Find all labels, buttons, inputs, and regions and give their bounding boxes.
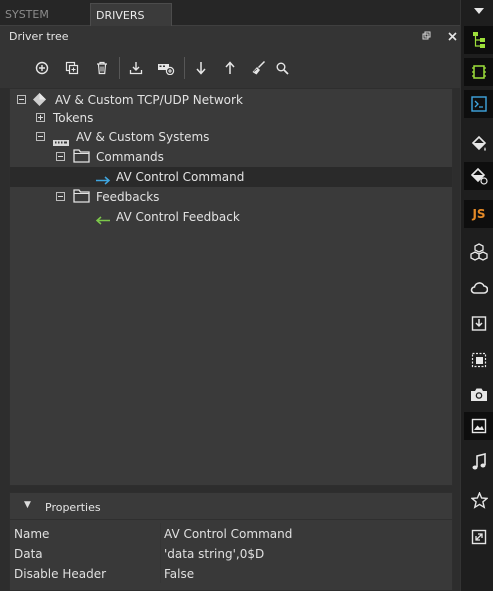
paint-bucket-settings-icon[interactable]: [464, 162, 493, 190]
move-down-icon[interactable]: [189, 56, 213, 80]
tab-system-tokens[interactable]: SYSTEM TOKENS: [0, 3, 90, 44]
pin-icon[interactable]: [418, 28, 434, 46]
paint-bucket-icon[interactable]: [464, 130, 493, 158]
tree-label-commands: Commands: [96, 150, 164, 164]
tree-label-av-control-command: AV Control Command: [116, 170, 245, 184]
resize-image-icon[interactable]: [464, 346, 493, 374]
music-icon[interactable]: [464, 448, 493, 476]
chip-icon[interactable]: [464, 58, 493, 86]
add-icon[interactable]: [30, 56, 54, 80]
property-name: Data: [14, 547, 43, 561]
tree-label-av-control-feedback: AV Control Feedback: [116, 210, 240, 224]
tree-node-av-control-feedback[interactable]: AV Control Feedback: [10, 207, 452, 227]
cloud-icon[interactable]: [464, 274, 493, 302]
property-divider: [160, 523, 161, 543]
property-name: Name: [14, 527, 50, 541]
property-row-data[interactable]: Data 'data string',0$D: [10, 543, 452, 563]
js-icon[interactable]: JS: [464, 200, 493, 228]
arrow-left-icon: [95, 211, 111, 230]
properties-title: Properties: [45, 501, 101, 514]
toolbar-separator: [184, 57, 185, 79]
property-row-name[interactable]: Name AV Control Command: [10, 523, 452, 543]
terminal-icon[interactable]: [464, 90, 493, 118]
tree-node-feedbacks[interactable]: Feedbacks: [10, 187, 452, 207]
chevron-down-icon[interactable]: [464, 0, 493, 22]
expand-icon[interactable]: [464, 523, 493, 551]
delete-icon[interactable]: [90, 56, 114, 80]
import-icon[interactable]: [124, 56, 148, 80]
tab-bar: SYSTEM TOKENS DRIVERS TREE: [0, 0, 460, 45]
chevron-down-icon[interactable]: ▼: [24, 500, 31, 510]
collapse-toggle[interactable]: [56, 152, 65, 161]
image-icon[interactable]: [464, 412, 493, 440]
tree-icon[interactable]: [464, 26, 493, 54]
clean-icon[interactable]: [247, 56, 271, 80]
close-icon[interactable]: [444, 28, 460, 46]
expand-toggle[interactable]: [36, 113, 45, 122]
tree-label-systems: AV & Custom Systems: [76, 130, 210, 144]
property-row-disable-header[interactable]: Disable Header False: [10, 563, 452, 583]
duplicate-icon[interactable]: [60, 56, 84, 80]
download-icon[interactable]: [464, 309, 493, 337]
collapse-toggle[interactable]: [56, 192, 65, 201]
panel-header: Driver tree: [0, 26, 460, 48]
collapse-toggle[interactable]: [17, 95, 26, 104]
folder-icon: [73, 188, 90, 207]
tree-node-av-control-command[interactable]: AV Control Command: [10, 167, 452, 187]
toolbar-separator: [119, 57, 120, 79]
collapse-toggle[interactable]: [36, 132, 45, 141]
add-device-icon[interactable]: [154, 56, 178, 80]
toolbar: [0, 48, 460, 88]
folder-icon: [73, 148, 90, 167]
tree-label-tokens: Tokens: [53, 111, 94, 125]
panel-title: Driver tree: [9, 30, 69, 43]
property-name: Disable Header: [14, 567, 107, 581]
search-icon[interactable]: [270, 56, 294, 80]
drivers-tree: AV & Custom TCP/UDP Network Tokens AV & …: [9, 88, 453, 486]
properties-panel: ▼ Properties Name AV Control Command Dat…: [9, 492, 453, 591]
property-value[interactable]: False: [164, 567, 194, 581]
tree-node-commands[interactable]: Commands: [10, 147, 452, 167]
property-value[interactable]: 'data string',0$D: [164, 547, 264, 561]
tree-node-tokens[interactable]: Tokens: [10, 108, 452, 128]
tree-node-systems[interactable]: AV & Custom Systems: [10, 127, 452, 147]
star-icon[interactable]: [464, 486, 493, 514]
right-sidebar: JS: [460, 0, 493, 591]
property-divider: [160, 543, 161, 563]
tree-node-network[interactable]: AV & Custom TCP/UDP Network: [10, 90, 452, 110]
tab-drivers-tree[interactable]: DRIVERS TREE: [90, 3, 172, 45]
properties-header[interactable]: ▼ Properties: [10, 493, 452, 520]
property-value[interactable]: AV Control Command: [164, 527, 292, 541]
js-icon-label: JS: [472, 207, 486, 221]
tree-label-feedbacks: Feedbacks: [96, 190, 160, 204]
camera-icon[interactable]: [464, 380, 493, 408]
modules-icon[interactable]: [464, 238, 493, 266]
property-divider: [160, 563, 161, 583]
move-up-icon[interactable]: [218, 56, 242, 80]
tree-label-network: AV & Custom TCP/UDP Network: [55, 93, 243, 107]
